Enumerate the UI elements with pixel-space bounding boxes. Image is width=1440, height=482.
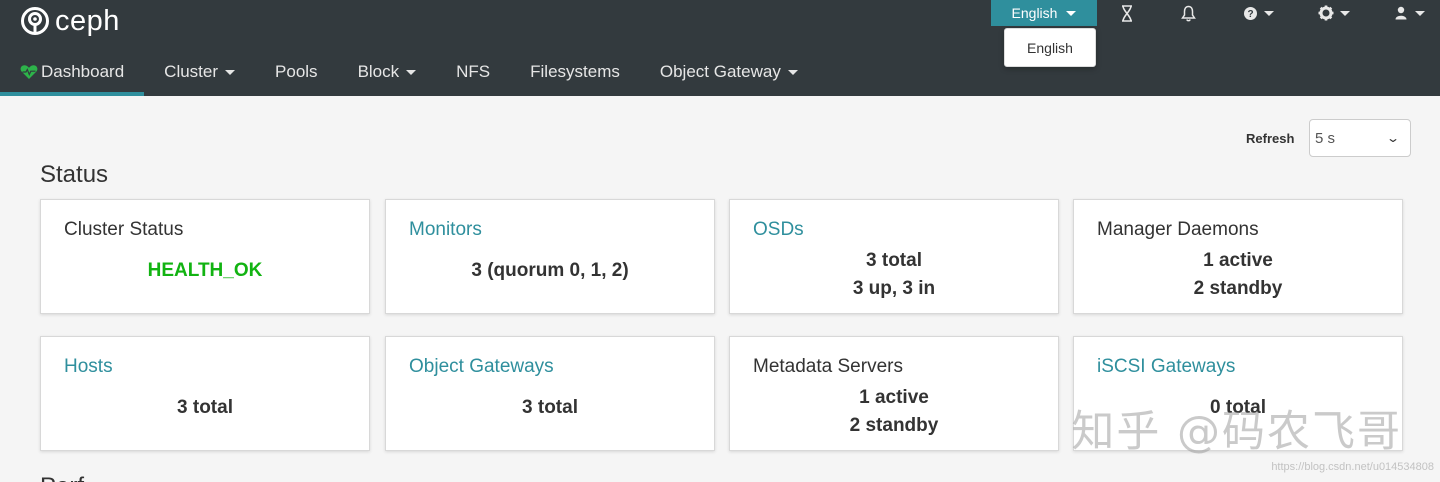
performance-section-title: Perf	[40, 473, 84, 482]
osds-up-in: 3 up, 3 in	[852, 278, 936, 299]
card-body: HEALTH_OK	[41, 257, 369, 285]
card-body: 3 (quorum 0, 1, 2)	[386, 257, 714, 285]
card-body: 3 total	[41, 394, 369, 422]
nav-nfs-label: NFS	[456, 62, 491, 81]
cluster-status-card: Cluster Status HEALTH_OK	[40, 199, 370, 314]
help-dropdown[interactable]: ?	[1238, 0, 1278, 26]
caret-down-icon	[1340, 10, 1350, 16]
monitors-link[interactable]: Monitors	[409, 219, 482, 241]
language-dropdown-button[interactable]: English	[991, 0, 1097, 26]
card-title: Metadata Servers	[753, 356, 903, 377]
osds-card: OSDs 3 total 3 up, 3 in	[729, 199, 1059, 314]
hosts-link[interactable]: Hosts	[64, 356, 113, 378]
card-title: Manager Daemons	[1097, 219, 1259, 240]
brand-name: ceph	[55, 4, 120, 37]
watermark: 知乎 @码农飞哥	[1071, 407, 1402, 457]
nav-object-gateway[interactable]: Object Gateway	[640, 48, 818, 96]
object-gateways-card: Object Gateways 3 total	[385, 336, 715, 451]
svg-text:?: ?	[1247, 9, 1253, 20]
mds-active: 1 active	[859, 387, 929, 408]
card-title: Cluster Status	[64, 219, 184, 240]
ceph-logo[interactable]: ceph	[20, 4, 120, 38]
osds-link[interactable]: OSDs	[753, 219, 804, 241]
nav-pools-label: Pools	[275, 62, 318, 81]
object-gateways-total: 3 total	[522, 397, 578, 418]
bell-icon[interactable]	[1173, 0, 1203, 26]
managers-standby: 2 standby	[1193, 278, 1283, 299]
settings-dropdown[interactable]	[1313, 0, 1355, 26]
heartbeat-icon	[20, 64, 38, 80]
refresh-label: Refresh	[1246, 131, 1295, 146]
mds-standby: 2 standby	[849, 415, 939, 436]
card-body: 3 total 3 up, 3 in	[730, 247, 1058, 303]
top-navbar: ceph English ? Dashboard Cluster Pools B…	[0, 0, 1440, 96]
caret-down-icon	[406, 69, 417, 75]
hosts-total: 3 total	[177, 397, 233, 418]
object-gateways-link[interactable]: Object Gateways	[409, 356, 554, 378]
language-menu: English	[1004, 28, 1096, 67]
managers-active: 1 active	[1203, 250, 1273, 271]
card-body: 1 active 2 standby	[730, 384, 1058, 440]
nav-block-label: Block	[357, 62, 400, 81]
language-label: English	[1011, 5, 1058, 21]
gear-icon	[1318, 5, 1334, 21]
help-icon: ?	[1243, 6, 1258, 21]
nav-nfs[interactable]: NFS	[436, 48, 510, 96]
hosts-card: Hosts 3 total	[40, 336, 370, 451]
osds-total: 3 total	[866, 250, 922, 271]
nav-dashboard-label: Dashboard	[41, 62, 125, 81]
ceph-logo-icon	[21, 7, 49, 35]
watermark-url: https://blog.csdn.net/u014534808	[1271, 461, 1434, 473]
status-section-title: Status	[40, 161, 109, 188]
refresh-interval-select[interactable]: 5 s ⌄	[1309, 119, 1411, 157]
language-option-english[interactable]: English	[1027, 40, 1073, 56]
metadata-servers-card: Metadata Servers 1 active 2 standby	[729, 336, 1059, 451]
chevron-down-icon: ⌄	[1385, 131, 1401, 145]
nav-cluster-label: Cluster	[164, 62, 219, 81]
caret-down-icon	[1066, 10, 1077, 16]
nav-pools[interactable]: Pools	[255, 48, 338, 96]
main-nav: Dashboard Cluster Pools Block NFS Filesy…	[0, 48, 818, 96]
health-status-value: HEALTH_OK	[147, 260, 263, 281]
caret-down-icon	[1415, 10, 1425, 16]
monitors-value: 3 (quorum 0, 1, 2)	[471, 260, 629, 281]
nav-filesystems[interactable]: Filesystems	[510, 48, 640, 96]
monitors-card: Monitors 3 (quorum 0, 1, 2)	[385, 199, 715, 314]
caret-down-icon	[1263, 10, 1274, 16]
caret-down-icon	[787, 69, 798, 75]
nav-block[interactable]: Block	[338, 48, 437, 96]
caret-down-icon	[225, 69, 236, 75]
nav-dashboard[interactable]: Dashboard	[0, 48, 145, 96]
iscsi-gateways-link[interactable]: iSCSI Gateways	[1097, 356, 1235, 378]
card-body: 3 total	[386, 394, 714, 422]
card-body: 1 active 2 standby	[1074, 247, 1402, 303]
user-dropdown[interactable]	[1390, 0, 1430, 26]
nav-cluster[interactable]: Cluster	[144, 48, 255, 96]
nav-filesystems-label: Filesystems	[530, 62, 620, 81]
manager-daemons-card: Manager Daemons 1 active 2 standby	[1073, 199, 1403, 314]
user-icon	[1395, 6, 1407, 20]
hourglass-icon[interactable]	[1112, 0, 1142, 26]
nav-object-gateway-label: Object Gateway	[659, 62, 781, 81]
refresh-interval-value: 5 s	[1315, 129, 1336, 147]
